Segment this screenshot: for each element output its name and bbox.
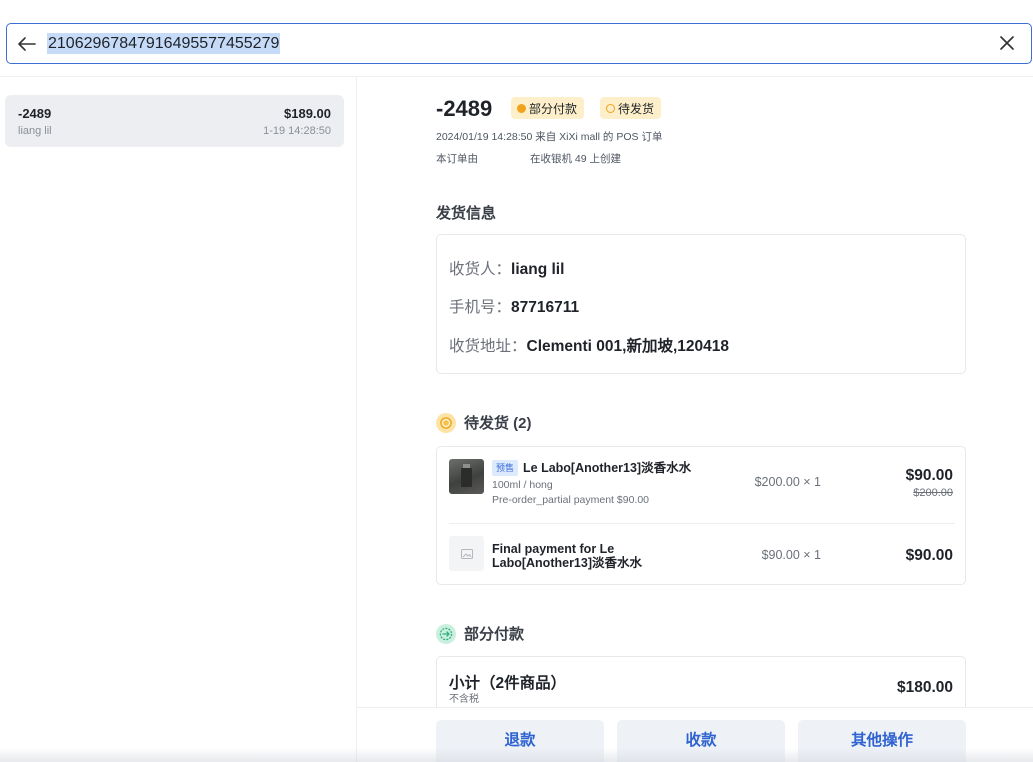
line-item-note: Pre-order_partial payment $90.00	[492, 494, 650, 506]
status-ring-icon	[606, 103, 615, 113]
recipient-value: liang lil	[511, 261, 565, 278]
line-item-name[interactable]: Final payment for Le Labo[Another13]淡香水水	[492, 542, 652, 570]
arrow-circle-icon	[436, 623, 456, 644]
phone-value: 87716711	[511, 299, 580, 316]
search-bar[interactable]: 21062967847916495577455279	[6, 23, 1032, 64]
order-meta-creator: 本订单由 在收银机 49 上创建	[436, 151, 621, 166]
address-row: 收货地址：Clementi 001,新加坡,120418	[449, 334, 729, 356]
bottom-shade	[0, 748, 1033, 762]
line-item-original-price: $200.00	[913, 487, 953, 499]
clock-icon	[436, 412, 456, 433]
presale-tag: 预售	[492, 460, 519, 476]
order-list-item-time: 1-19 14:28:50	[263, 125, 331, 137]
order-list-item[interactable]: -2489 $189.00 liang lil 1-19 14:28:50	[5, 95, 344, 147]
status-badge-payment-label: 部分付款	[529, 101, 578, 116]
close-icon[interactable]	[997, 33, 1017, 53]
order-list-item-amount: $189.00	[284, 106, 331, 121]
pending-group-title: 待发货 (2)	[464, 415, 532, 432]
line-item-variant: 100ml / hong	[492, 479, 553, 491]
status-badge-fulfillment-label: 待发货	[618, 101, 655, 116]
recipient-label: 收货人：	[449, 261, 512, 278]
address-label: 收货地址：	[449, 338, 527, 355]
pending-group-header: 待发货 (2)	[436, 412, 532, 433]
line-item-price: $90.00	[905, 547, 953, 564]
order-meta-creator-left: 本订单由	[436, 153, 478, 165]
line-item-name-text: Le Labo[Another13]淡香水水	[523, 461, 692, 475]
line-items-card: 预售 Le Labo[Another13]淡香水水 100ml / hong Pr…	[436, 446, 966, 585]
order-title: -2489	[436, 96, 493, 121]
divider	[449, 523, 955, 524]
order-meta-creator-right: 在收银机 49 上创建	[530, 153, 622, 165]
image-placeholder-icon	[449, 536, 484, 571]
status-badge-payment: 部分付款	[511, 97, 585, 119]
status-dot-icon	[517, 103, 526, 113]
subtotal-tax-note: 不含税	[449, 694, 479, 705]
phone-row: 手机号：87716711	[449, 295, 579, 317]
line-item-unit-qty: $90.00 × 1	[761, 548, 821, 562]
address-value: Clementi 001,新加坡,120418	[526, 338, 729, 355]
line-item-unit-qty: $200.00 × 1	[754, 475, 821, 489]
line-item-price: $90.00	[905, 467, 953, 484]
payment-group-title: 部分付款	[464, 626, 525, 643]
product-thumbnail[interactable]	[449, 459, 484, 494]
order-list-item-id: -2489	[18, 106, 52, 121]
shipping-section-title: 发货信息	[436, 205, 497, 222]
order-meta-source: 2024/01/19 14:28:50 来自 XiXi mall 的 POS 订…	[436, 131, 663, 143]
back-arrow-icon[interactable]	[7, 24, 47, 63]
line-item-name[interactable]: 预售 Le Labo[Another13]淡香水水	[492, 460, 691, 476]
subtotal-amount: $180.00	[896, 679, 953, 696]
search-query[interactable]: 21062967847916495577455279	[47, 33, 281, 54]
recipient-row: 收货人：liang lil	[449, 257, 564, 279]
order-detail: -2489 部分付款 待发货 2024/01/19 14:28:50 来自 Xi…	[436, 77, 966, 716]
payment-group-header: 部分付款	[436, 623, 524, 644]
order-list-panel: -2489 $189.00 liang lil 1-19 14:28:50	[0, 77, 357, 762]
order-list-item-customer: liang lil	[18, 125, 52, 137]
phone-label: 手机号：	[449, 299, 512, 316]
shipping-card: 收货人：liang lil 手机号：87716711 收货地址：Clementi…	[436, 234, 966, 374]
status-badge-fulfillment: 待发货	[600, 97, 662, 119]
